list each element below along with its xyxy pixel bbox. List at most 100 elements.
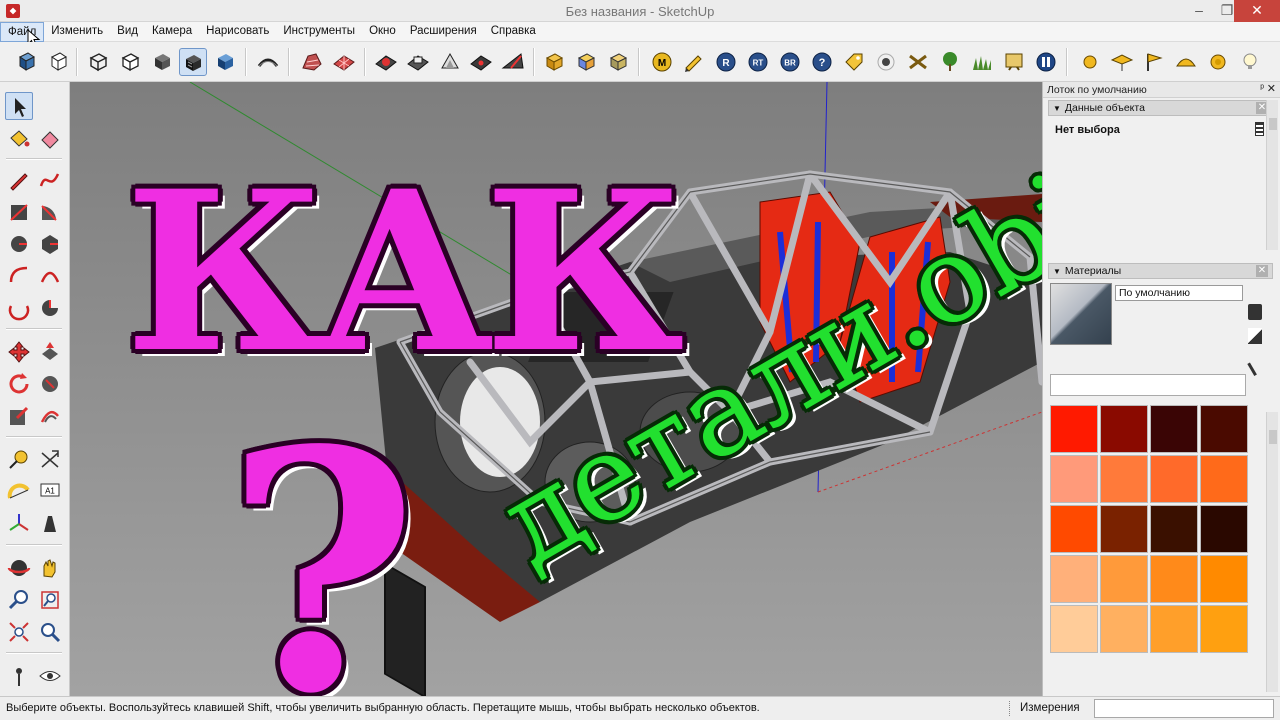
- swatch[interactable]: [1100, 555, 1148, 603]
- swatch[interactable]: [1100, 505, 1148, 553]
- pin-icon[interactable]: ᵖ: [1260, 83, 1264, 94]
- swatch[interactable]: [1200, 555, 1248, 603]
- move-icon[interactable]: [5, 338, 33, 366]
- swatch[interactable]: [1200, 405, 1248, 453]
- minimize-button[interactable]: –: [1184, 0, 1214, 22]
- solid-intersect-icon[interactable]: [572, 48, 600, 76]
- swatch[interactable]: [1150, 605, 1198, 653]
- eyedropper-icon[interactable]: [1247, 357, 1265, 377]
- polygon-icon[interactable]: [36, 230, 64, 258]
- crossed-icon[interactable]: [904, 48, 932, 76]
- dimension-icon[interactable]: [36, 446, 64, 474]
- follow-me-tool-icon[interactable]: [36, 370, 64, 398]
- previous-view-icon[interactable]: [36, 618, 64, 646]
- stamp-icon[interactable]: [404, 48, 432, 76]
- plugin-br-icon[interactable]: BR: [776, 48, 804, 76]
- swatch[interactable]: [1150, 505, 1198, 553]
- menu-draw[interactable]: Нарисовать: [199, 22, 276, 42]
- materials-scrollbar[interactable]: [1266, 412, 1278, 692]
- menu-camera[interactable]: Камера: [145, 22, 199, 42]
- model-viewport[interactable]: КАК ? детали.obj: [70, 82, 1042, 696]
- menu-tools[interactable]: Инструменты: [276, 22, 362, 42]
- menu-window[interactable]: Окно: [362, 22, 403, 42]
- shaded-textures-style-icon[interactable]: [179, 48, 207, 76]
- panel-close-icon[interactable]: ✕: [1256, 265, 1268, 277]
- material-library-select[interactable]: [1050, 374, 1246, 396]
- rotate-icon[interactable]: [5, 370, 33, 398]
- scale-icon[interactable]: [5, 402, 33, 430]
- tray-close-icon[interactable]: ✕: [1267, 82, 1276, 95]
- measurements-input[interactable]: [1094, 699, 1274, 718]
- follow-me-icon[interactable]: [254, 48, 282, 76]
- orbit-icon[interactable]: [5, 554, 33, 582]
- zoom-extents-icon[interactable]: [5, 618, 33, 646]
- create-material-icon[interactable]: [1248, 304, 1262, 320]
- paint-bucket-icon[interactable]: [5, 124, 33, 152]
- menu-extensions[interactable]: Расширения: [403, 22, 484, 42]
- plugin-r-icon[interactable]: R: [712, 48, 740, 76]
- 3d-text-icon[interactable]: [36, 510, 64, 538]
- plugin-m-icon[interactable]: M: [648, 48, 676, 76]
- menu-edit[interactable]: Изменить: [44, 22, 110, 42]
- plugin-rt-icon[interactable]: RT: [744, 48, 772, 76]
- tag-icon[interactable]: [840, 48, 868, 76]
- swatch[interactable]: [1050, 505, 1098, 553]
- shaded-style-icon[interactable]: [148, 48, 176, 76]
- smoove-icon[interactable]: [372, 48, 400, 76]
- help-icon[interactable]: ?: [808, 48, 836, 76]
- bulb-icon[interactable]: [1236, 48, 1264, 76]
- sample-paint-icon[interactable]: [1248, 328, 1262, 344]
- menu-view[interactable]: Вид: [110, 22, 145, 42]
- select-arrow-icon[interactable]: [5, 92, 33, 120]
- sandbox-from-scratch-icon[interactable]: [330, 48, 358, 76]
- swatch[interactable]: [1200, 505, 1248, 553]
- monochrome-style-icon[interactable]: [211, 48, 239, 76]
- dot-icon[interactable]: [872, 48, 900, 76]
- flip-edge-icon[interactable]: [499, 48, 527, 76]
- look-around-eye-icon[interactable]: [36, 662, 64, 690]
- rotated-rectangle-icon[interactable]: [36, 198, 64, 226]
- sandbox-from-contours-icon[interactable]: [298, 48, 326, 76]
- offset-icon[interactable]: [36, 402, 64, 430]
- solid-union-icon[interactable]: [604, 48, 632, 76]
- push-pull-icon[interactable]: [36, 338, 64, 366]
- tray-scrollbar[interactable]: [1266, 100, 1278, 250]
- box-view-icon[interactable]: [44, 48, 72, 76]
- swatch[interactable]: [1050, 405, 1098, 453]
- swatch[interactable]: [1100, 605, 1148, 653]
- swatch[interactable]: [1050, 455, 1098, 503]
- hat-icon[interactable]: [1108, 48, 1136, 76]
- close-button[interactable]: ✕: [1234, 0, 1280, 22]
- plugin-pencil-icon[interactable]: [680, 48, 708, 76]
- eraser-icon[interactable]: [36, 124, 64, 152]
- hidden-line-style-icon[interactable]: [116, 48, 144, 76]
- zoom-window-icon[interactable]: [36, 586, 64, 614]
- swatch[interactable]: [1150, 405, 1198, 453]
- two-point-arc-icon[interactable]: [36, 262, 64, 290]
- swatch[interactable]: [1050, 605, 1098, 653]
- tape-measure-icon[interactable]: [5, 446, 33, 474]
- grass-icon[interactable]: [968, 48, 996, 76]
- swatch[interactable]: [1100, 455, 1148, 503]
- cap-icon[interactable]: [1172, 48, 1200, 76]
- rectangle-icon[interactable]: [5, 198, 33, 226]
- swatch[interactable]: [1150, 555, 1198, 603]
- coin-icon[interactable]: [1204, 48, 1232, 76]
- drape-icon[interactable]: [436, 48, 464, 76]
- add-detail-icon[interactable]: [467, 48, 495, 76]
- swatch[interactable]: [1200, 605, 1248, 653]
- swatch[interactable]: [1150, 455, 1198, 503]
- three-point-arc-icon[interactable]: [5, 294, 33, 322]
- circle-icon[interactable]: [5, 230, 33, 258]
- flag-icon[interactable]: [1140, 48, 1168, 76]
- sun-icon[interactable]: [1076, 48, 1104, 76]
- protractor-icon[interactable]: [5, 478, 33, 506]
- arc-icon[interactable]: [5, 262, 33, 290]
- materials-panel-header[interactable]: ▼ Материалы ✕: [1048, 263, 1273, 279]
- tree-icon[interactable]: [936, 48, 964, 76]
- details-toggle-icon[interactable]: [1255, 122, 1264, 136]
- material-name-field[interactable]: По умолчанию: [1115, 285, 1243, 301]
- text-icon[interactable]: A1: [36, 478, 64, 506]
- position-camera-icon[interactable]: [5, 662, 33, 690]
- iso-view-icon[interactable]: [12, 48, 40, 76]
